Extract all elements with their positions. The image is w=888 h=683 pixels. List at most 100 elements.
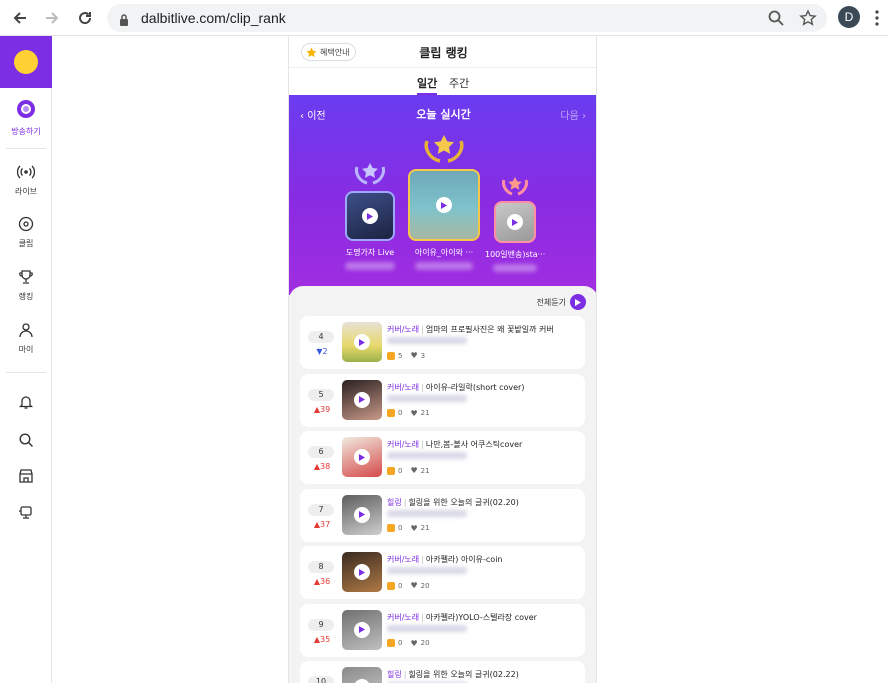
clip-category: 커버/노래 bbox=[387, 325, 420, 334]
blurred-nickname bbox=[387, 394, 467, 402]
sidebar-item-label: 라이브 bbox=[14, 187, 38, 196]
clip-thumbnail[interactable] bbox=[342, 322, 382, 362]
profile-avatar[interactable]: D bbox=[838, 6, 860, 28]
play-icon[interactable] bbox=[354, 564, 370, 580]
clip-category: 커버/노래 bbox=[387, 382, 420, 392]
url-text[interactable]: dalbitlive.com/clip_rank bbox=[141, 10, 286, 26]
next-button[interactable]: 다음 › bbox=[560, 107, 586, 122]
rank-1-thumbnail[interactable] bbox=[408, 169, 480, 241]
play-icon bbox=[570, 294, 586, 310]
rank-number: 10 bbox=[308, 676, 334, 683]
store-button[interactable] bbox=[0, 468, 52, 488]
sidebar-item-clip[interactable]: 클립 bbox=[0, 216, 52, 249]
rank-3-thumbnail[interactable] bbox=[494, 201, 536, 243]
separator: | bbox=[403, 497, 407, 507]
clip-thumbnail[interactable] bbox=[342, 379, 382, 420]
clip-disc-icon bbox=[18, 216, 34, 232]
rank-number: 6 bbox=[308, 446, 334, 458]
clip-category: 힐링 bbox=[387, 670, 402, 679]
clip-category: 커버/노래 bbox=[387, 612, 420, 622]
rank-2-name: 도명가자 Live bbox=[345, 248, 395, 257]
rank-change: ▲35 bbox=[308, 635, 336, 644]
clip-meta[interactable]: 커버/노래 | 아카펠라)YOLO-스텔라장 cover bbox=[387, 612, 537, 623]
clip-rank-card[interactable]: 4 ▼2 커버/노래 | 엄마의 프로필사진은 왜 꽃밭일까 커버 5 ♥ 3 bbox=[300, 316, 585, 369]
gift-count: 0 bbox=[398, 639, 403, 647]
clip-rank-card[interactable]: 5 ▲39 커버/노래 | 아이유-라일락(short cover) 0 ♥ 21 bbox=[300, 373, 585, 427]
play-icon[interactable] bbox=[354, 391, 370, 408]
clip-rank-card[interactable]: 7 ▲37 힐링 | 힐링을 위한 오늘의 글귀(02.20) 0 ♥ 21 bbox=[300, 488, 585, 542]
clip-thumbnail[interactable] bbox=[342, 437, 382, 477]
clip-category: 커버/노래 bbox=[387, 440, 420, 449]
top-rank-2[interactable]: 도명가자 Live bbox=[339, 161, 401, 270]
clip-rank-card[interactable]: 9 ▲35 커버/노래 | 아카펠라)YOLO-스텔라장 cover 0 ♥ 20 bbox=[300, 603, 585, 657]
hero-title: 오늘 실시간 bbox=[416, 108, 471, 121]
top-rank-1[interactable]: 아이유_아이와 ··· bbox=[405, 133, 483, 270]
live-signal-icon bbox=[16, 165, 36, 179]
play-icon[interactable] bbox=[436, 197, 452, 213]
sidebar-item-live[interactable]: 라이브 bbox=[0, 164, 52, 197]
clip-rank-card[interactable]: 10 힐링 | 힐링을 위한 오늘의 글귀(02.22) bbox=[300, 661, 585, 683]
clip-meta[interactable]: 커버/노래 | 나만,봄-볼사 어쿠스틱cover bbox=[387, 439, 522, 450]
clip-meta[interactable]: 커버/노래 | 아카펠라) 아이유-coin bbox=[387, 554, 503, 565]
clip-title: 힐링을 위한 오늘의 글귀(02.22) bbox=[408, 670, 519, 679]
rank-2-thumbnail[interactable] bbox=[345, 191, 395, 241]
gift-icon bbox=[387, 524, 395, 532]
clip-rank-card[interactable]: 8 ▲36 커버/노래 | 아카펠라) 아이유-coin 0 ♥ 20 bbox=[300, 546, 585, 599]
play-icon[interactable] bbox=[354, 506, 370, 523]
listen-all-button[interactable]: 전체듣기 bbox=[537, 294, 586, 310]
gift-count: 5 bbox=[398, 351, 403, 360]
blurred-nickname bbox=[387, 624, 467, 632]
rank-1-name: 아이유_아이와 ··· bbox=[414, 248, 474, 257]
rank-change-value: 39 bbox=[319, 404, 331, 414]
play-icon[interactable] bbox=[507, 214, 523, 230]
sidebar-item-label: 방송하기 bbox=[11, 127, 41, 136]
top-rank-3[interactable]: 100일밴송)sta··· bbox=[485, 175, 545, 272]
blurred-nickname bbox=[493, 264, 537, 272]
sidebar-divider bbox=[6, 148, 46, 149]
dalbit-logo[interactable] bbox=[0, 36, 52, 88]
blurred-nickname bbox=[415, 262, 473, 270]
clip-meta[interactable]: 힐링 | 힐링을 위한 오늘의 글귀(02.22) bbox=[387, 669, 519, 680]
browser-toolbar: dalbitlive.com/clip_rank D bbox=[0, 0, 888, 36]
clip-meta[interactable]: 힐링 | 힐링을 위한 오늘의 글귀(02.20) bbox=[387, 497, 519, 508]
search-button[interactable] bbox=[0, 432, 52, 452]
play-icon[interactable] bbox=[354, 449, 370, 465]
play-icon[interactable] bbox=[362, 208, 378, 224]
rank-number: 5 bbox=[308, 388, 334, 401]
sidebar-item-broadcast[interactable]: 방송하기 bbox=[0, 98, 52, 137]
tab-daily[interactable]: 일간 bbox=[417, 75, 438, 95]
notification-button[interactable] bbox=[0, 394, 52, 414]
address-bar[interactable]: dalbitlive.com/clip_rank bbox=[107, 4, 827, 32]
clip-thumbnail[interactable] bbox=[342, 494, 382, 535]
clip-thumbnail[interactable] bbox=[342, 609, 382, 650]
clip-title: 아카펠라)YOLO-스텔라장 cover bbox=[425, 612, 537, 622]
clip-rank-card[interactable]: 6 ▲38 커버/노래 | 나만,봄-볼사 어쿠스틱cover 0 ♥ 21 bbox=[300, 431, 585, 484]
more-menu-icon[interactable] bbox=[875, 10, 879, 30]
tab-weekly[interactable]: 주간 bbox=[449, 75, 469, 91]
zoom-icon[interactable] bbox=[767, 9, 785, 31]
clip-meta[interactable]: 커버/노래 | 아이유-라일락(short cover) bbox=[387, 382, 524, 393]
sidebar-item-my[interactable]: 마이 bbox=[0, 322, 52, 355]
rank-change: ▼2 bbox=[308, 347, 336, 356]
gift-count: 0 bbox=[398, 466, 403, 475]
back-arrow-icon[interactable] bbox=[9, 7, 31, 29]
separator: | bbox=[403, 670, 407, 679]
bookmark-star-icon[interactable] bbox=[799, 9, 817, 31]
play-icon[interactable] bbox=[354, 334, 370, 350]
message-button[interactable] bbox=[0, 504, 52, 524]
like-count: 21 bbox=[420, 524, 430, 532]
like-count: 21 bbox=[420, 409, 430, 417]
sidebar-item-ranking[interactable]: 랭킹 bbox=[0, 269, 52, 302]
clip-meta[interactable]: 커버/노래 | 엄마의 프로필사진은 왜 꽃밭일까 커버 bbox=[387, 324, 554, 335]
reload-icon[interactable] bbox=[74, 7, 96, 29]
forward-arrow-icon[interactable] bbox=[41, 7, 63, 29]
separator: | bbox=[421, 555, 424, 564]
play-icon[interactable] bbox=[354, 621, 370, 638]
play-icon[interactable] bbox=[354, 679, 370, 683]
clip-thumbnail[interactable] bbox=[342, 667, 382, 683]
clip-title: 아이유-라일락(short cover) bbox=[425, 382, 525, 392]
page-title: 클립 랭킹 bbox=[419, 46, 468, 60]
separator: | bbox=[421, 440, 424, 449]
clip-thumbnail[interactable] bbox=[342, 552, 382, 592]
period-tabs: 일간 주간 bbox=[289, 69, 596, 95]
